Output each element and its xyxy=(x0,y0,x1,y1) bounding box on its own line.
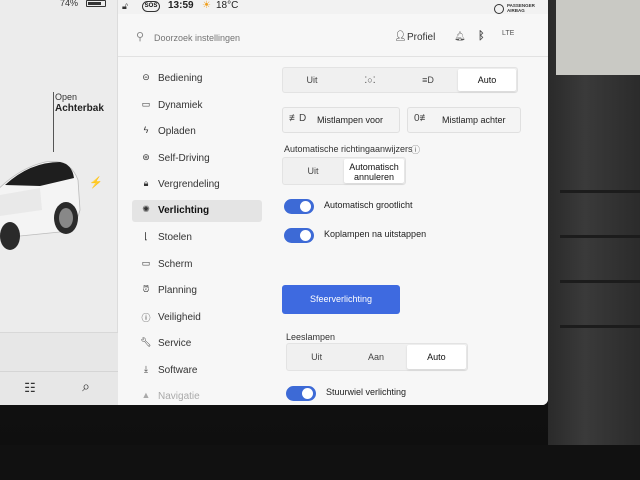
search-input[interactable] xyxy=(154,29,374,47)
settings-window: ⚲ 👤︎ Profiel 🔔︎ ᛒ LTE ⊝ Bediening ▭ Dyna… xyxy=(118,14,548,405)
steering-wheel-light-row: Stuurwiel verlichting xyxy=(286,386,486,404)
menu-item-service[interactable]: 🔧︎ Service xyxy=(132,333,262,355)
touchscreen: 74% Open Achterbak ⚡ ☷ ⌕ 🔓︎ SOS 13:59 ☀ … xyxy=(0,0,548,405)
battery-percentage: 74% xyxy=(60,0,79,8)
toggle-icon: ⊝ xyxy=(142,72,150,82)
wrench-icon: 🔧︎ xyxy=(140,337,152,347)
menu-item-scherm[interactable]: ▭ Scherm xyxy=(132,254,262,276)
ambient-lighting-button[interactable]: Sfeerverlichting xyxy=(282,285,400,314)
vent-slat xyxy=(560,190,640,193)
reading-lights-auto[interactable]: Auto xyxy=(406,345,466,369)
auto-indicators-title: Automatische richtingaanwijzers xyxy=(284,144,413,154)
lock-icon: 🔒︎ xyxy=(143,178,149,188)
profile-icon[interactable]: 👤︎ xyxy=(394,31,407,42)
auto-high-beam-row: Automatisch grootlicht xyxy=(284,199,484,217)
front-fog-light-icon: ≢D xyxy=(289,113,307,124)
bolt-icon: ϟ xyxy=(143,125,149,135)
vent-slat xyxy=(560,280,640,283)
display-icon: ▭ xyxy=(141,258,151,268)
menu-item-self-driving[interactable]: ⊛ Self-Driving xyxy=(132,148,262,170)
car-3d-model[interactable] xyxy=(0,150,118,260)
interior-trim xyxy=(548,0,640,480)
download-icon: ⤓ xyxy=(144,364,148,374)
car-panel: 74% Open Achterbak ⚡ ☷ ⌕ xyxy=(0,0,118,405)
passenger-airbag-status: PASSENGER AIRBAG xyxy=(507,3,535,13)
charge-port-bolt-icon[interactable]: ⚡ xyxy=(89,176,103,189)
lock-icon[interactable]: 🔓︎ xyxy=(122,1,128,12)
window-glass xyxy=(556,0,640,75)
headlights-after-exit-row: Koplampen na uitstappen xyxy=(284,228,484,246)
bluetooth-icon[interactable]: ᛒ xyxy=(478,30,485,42)
dashboard-lower xyxy=(0,445,640,480)
car-icon: ▭ xyxy=(141,99,151,109)
menu-item-stoelen[interactable]: ⌊ Stoelen xyxy=(132,227,262,249)
vent-slat xyxy=(560,325,640,328)
menu-item-bediening[interactable]: ⊝ Bediening xyxy=(132,68,262,90)
auto-indicators-off[interactable]: Uit xyxy=(283,158,343,184)
menu-item-verlichting[interactable]: ✺ Verlichting xyxy=(132,200,262,222)
reading-lights-selector: Uit Aan Auto xyxy=(286,343,468,371)
reading-lights-on[interactable]: Aan xyxy=(346,344,405,370)
navigation-icon: ▲ xyxy=(141,390,151,400)
profile-label[interactable]: Profiel xyxy=(407,32,435,43)
sliders-icon[interactable]: ☷ xyxy=(20,380,40,396)
rear-fog-light-icon: 0≢ xyxy=(414,113,430,124)
light-icon: ✺ xyxy=(142,204,150,214)
headlight-mode-auto[interactable]: Auto xyxy=(458,69,516,91)
search-icon[interactable]: ⌕ xyxy=(76,378,96,396)
vent-slat xyxy=(560,235,640,238)
parking-lights-icon[interactable]: ⁚○⁚ xyxy=(341,68,399,92)
shield-icon: ⓘ xyxy=(141,313,151,323)
menu-item-software[interactable]: ⤓ Software xyxy=(132,360,262,382)
auto-indicators-selector: Uit Automatisch annuleren xyxy=(282,157,406,185)
auto-high-beam-toggle[interactable] xyxy=(284,199,314,214)
header-divider xyxy=(118,56,548,57)
car-panel-footer: ☷ ⌕ xyxy=(0,332,118,405)
trunk-state[interactable]: Open xyxy=(55,92,77,102)
info-icon[interactable]: ⓘ xyxy=(411,143,420,156)
headlight-mode-selector: Uit ⁚○⁚ ≡D Auto xyxy=(282,67,518,93)
menu-item-vergrendeling[interactable]: 🔒︎ Vergrendeling xyxy=(132,174,262,196)
menu-item-veiligheid[interactable]: ⓘ Veiligheid xyxy=(132,307,262,329)
menu-item-dynamiek[interactable]: ▭ Dynamiek xyxy=(132,95,262,117)
car-panel-buttons: ☷ ⌕ xyxy=(0,371,118,405)
front-fog-lights-button[interactable]: ≢D Mistlampen voor xyxy=(282,107,400,133)
headlights-after-exit-toggle[interactable] xyxy=(284,228,314,243)
bell-icon[interactable]: 🔔︎ xyxy=(454,31,465,42)
steering-wheel-icon: ⊛ xyxy=(142,152,150,162)
auto-indicators-cancel[interactable]: Automatisch annuleren xyxy=(344,159,404,183)
clock: 13:59 xyxy=(168,0,194,11)
alarm-icon: ⏰︎ xyxy=(142,284,150,294)
airbag-icon xyxy=(494,4,504,14)
trunk-indicator-line xyxy=(53,92,54,152)
menu-item-navigatie[interactable]: ▲ Navigatie xyxy=(132,386,262,405)
seat-icon: ⌊ xyxy=(144,231,148,241)
reading-lights-off[interactable]: Uit xyxy=(287,344,346,370)
outside-temperature: 18°C xyxy=(216,0,239,11)
status-bar: 🔓︎ SOS 13:59 ☀ 18°C PASSENGER AIRBAG xyxy=(118,0,548,14)
headlight-mode-off[interactable]: Uit xyxy=(283,68,341,92)
low-beam-icon[interactable]: ≡D xyxy=(399,68,457,92)
battery-icon xyxy=(86,0,106,7)
steering-wheel-light-toggle[interactable] xyxy=(286,386,316,401)
sos-badge[interactable]: SOS xyxy=(142,1,160,12)
menu-item-opladen[interactable]: ϟ Opladen xyxy=(132,121,262,143)
trunk-label[interactable]: Achterbak xyxy=(55,103,104,114)
sun-icon: ☀ xyxy=(202,0,211,11)
menu-item-planning[interactable]: ⏰︎ Planning xyxy=(132,280,262,302)
lte-signal-icon: LTE xyxy=(502,30,515,37)
reading-lights-title: Leeslampen xyxy=(286,332,336,342)
settings-header: ⚲ 👤︎ Profiel 🔔︎ ᛒ LTE xyxy=(118,24,548,54)
search-icon: ⚲ xyxy=(136,31,145,43)
rear-fog-light-button[interactable]: 0≢ Mistlamp achter xyxy=(407,107,521,133)
